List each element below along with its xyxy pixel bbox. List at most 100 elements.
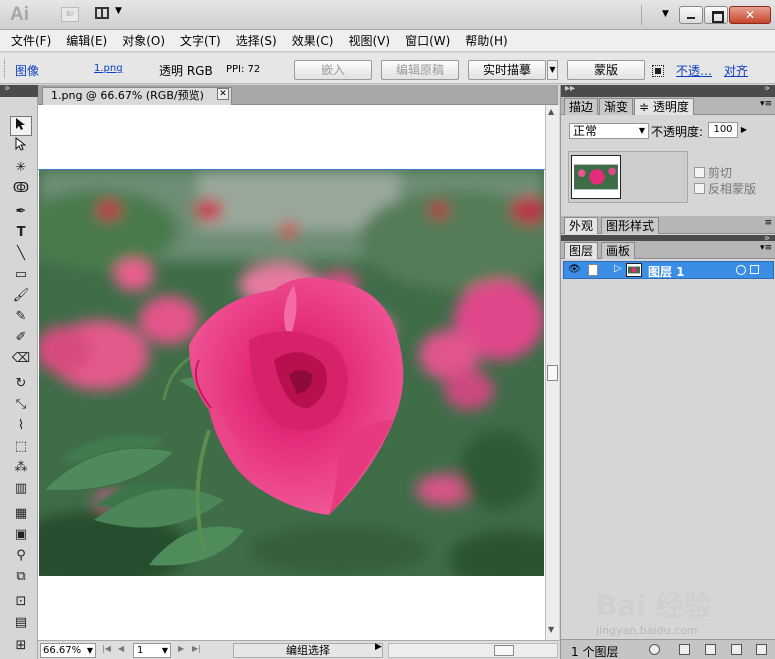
tab-gradient[interactable]: 渐变 [599,98,634,115]
warp-tool-icon[interactable]: ⌇ [10,416,32,436]
opacity-arrow-icon[interactable]: ▶ [739,122,749,138]
eraser-tool-icon[interactable]: ⌫ [10,349,32,369]
document-tab[interactable]: 1.png @ 66.67% (RGB/预览) [42,87,232,105]
selection-indicator-icon[interactable] [750,265,759,274]
type-tool-icon[interactable]: T [10,223,32,243]
panel-menu-icon[interactable]: ▾≡ [760,99,772,109]
scroll-up-icon[interactable]: ▲ [548,107,554,116]
first-page-icon[interactable]: |◀ [102,644,111,653]
layer-row[interactable]: 👁 ▷ 图层 1 [563,261,774,279]
target-circle-icon[interactable] [736,265,746,275]
selection-tool-icon[interactable] [10,116,32,136]
menu-view[interactable]: 视图(V) [348,32,390,49]
paintbrush-tool-icon[interactable]: 🖌 [10,286,32,306]
tab-artboards[interactable]: 画板 [601,242,636,259]
layer-name[interactable]: 图层 1 [648,263,685,280]
menu-effect[interactable]: 效果(C) [292,32,334,49]
mask-button[interactable]: 蒙版 [567,60,645,80]
lasso-tool-icon[interactable]: ↂ [10,179,32,199]
menu-select[interactable]: 选择(S) [236,32,277,49]
panel-menu-icon[interactable]: ▾≡ [760,243,772,253]
rectangle-tool-icon[interactable]: ▭ [10,265,32,285]
opacity-link[interactable]: 不透… [676,62,712,79]
locate-object-icon[interactable] [649,644,660,655]
blend-tool-icon[interactable]: ⧉ [10,567,32,587]
chevron-down-icon: ▼ [86,646,93,655]
clip-checkbox[interactable]: 剪切 [694,164,732,181]
close-button[interactable]: ✕ [729,6,771,24]
live-paint-tool-icon[interactable]: ⊡ [10,592,32,612]
selection-mask-icon[interactable] [652,65,664,77]
rotate-tool-icon[interactable]: ↻ [10,374,32,394]
eyedropper-tool-icon[interactable]: ⚲ [10,546,32,566]
trash-icon[interactable] [756,644,767,655]
live-trace-options-dropdown[interactable]: ▼ [547,60,558,80]
menu-file[interactable]: 文件(F) [11,32,51,49]
pencil-tool-icon[interactable]: ✎ [10,307,32,327]
tab-stroke[interactable]: 描边 [564,98,599,115]
new-layer-icon[interactable] [731,644,742,655]
object-type-link[interactable]: 图像 [15,62,39,79]
align-link[interactable]: 对齐 [724,62,748,79]
panel-menu-icon[interactable]: ≡ [764,218,772,228]
gradient-tool-icon[interactable]: ▣ [10,525,32,545]
expand-triangle-icon[interactable]: ▷ [614,263,622,274]
panel-dock-header[interactable]: ▸▸ [561,83,775,97]
status-text[interactable]: 编组选择 [233,643,383,658]
last-page-icon[interactable]: ▶| [192,644,201,653]
next-page-icon[interactable]: ▶ [178,644,184,653]
scroll-thumb[interactable] [547,365,558,381]
scroll-down-icon[interactable]: ▼ [548,625,554,634]
document-canvas[interactable] [38,105,545,640]
arrange-documents-button[interactable]: ▼ [95,6,125,22]
close-document-icon[interactable]: ✕ [217,88,229,100]
invert-mask-checkbox[interactable]: 反相蒙版 [694,180,756,197]
mesh-tool-icon[interactable]: ▦ [10,504,32,524]
column-graph-tool-icon[interactable]: ▥ [10,479,32,499]
menu-help[interactable]: 帮助(H) [465,32,507,49]
scale-tool-icon[interactable]: ⤡ [10,395,32,415]
eye-icon[interactable]: 👁 [568,264,582,276]
menu-edit[interactable]: 编辑(E) [66,32,107,49]
artboard-tool-icon[interactable]: ⊞ [10,636,32,656]
page-field[interactable]: 1 ▼ [133,643,171,658]
slice-tool-icon[interactable]: ▤ [10,613,32,633]
filename-link[interactable]: 1.png [94,63,123,74]
tab-transparency[interactable]: ≑ 透明度 [634,98,694,115]
menu-window[interactable]: 窗口(W) [405,32,450,49]
direct-selection-tool-icon[interactable] [10,136,32,157]
blend-mode-select[interactable]: 正常 ▼ [569,123,649,139]
zoom-field[interactable]: 66.67% ▼ [40,643,96,658]
menu-type[interactable]: 文字(T) [180,32,221,49]
magic-wand-tool-icon[interactable]: ✳ [10,158,32,178]
prev-page-icon[interactable]: ◀ [118,644,124,653]
maximize-button[interactable] [704,6,728,24]
new-sublayer-icon[interactable] [705,644,716,655]
free-transform-tool-icon[interactable]: ⬚ [10,437,32,457]
tab-layers[interactable]: 图层 [564,242,599,259]
scroll-thumb[interactable] [494,645,514,656]
vertical-scrollbar[interactable]: ▲ ▼ [545,105,559,640]
status-menu-icon[interactable]: ▶ [375,642,382,652]
pen-tool-icon[interactable]: ✒ [10,202,32,222]
object-thumbnail[interactable] [571,155,621,199]
horizontal-scrollbar[interactable] [388,643,558,658]
rose-photo[interactable] [39,170,544,576]
menu-object[interactable]: 对象(O) [122,32,165,49]
blob-brush-tool-icon[interactable]: ✐ [10,328,32,348]
symbol-sprayer-tool-icon[interactable]: ⁂ [10,458,32,478]
tab-graphic-styles[interactable]: 图形样式 [601,217,660,234]
minimize-button[interactable] [679,6,703,24]
live-trace-button[interactable]: 实时描摹 [468,60,546,80]
line-tool-icon[interactable]: ╲ [10,244,32,264]
grip-handle[interactable] [4,59,7,78]
tab-appearance[interactable]: 外观 [564,217,599,234]
make-clipping-mask-icon[interactable] [679,644,690,655]
edit-original-button[interactable]: 编辑原稿 [381,60,459,80]
opacity-input[interactable]: 100 [708,122,738,138]
tools-panel-header[interactable] [0,83,38,97]
embed-button[interactable]: 嵌入 [294,60,372,80]
lock-toggle[interactable] [588,264,598,276]
workspace-dropdown[interactable]: ▼ [662,9,669,19]
bridge-button[interactable]: Br [61,7,79,22]
